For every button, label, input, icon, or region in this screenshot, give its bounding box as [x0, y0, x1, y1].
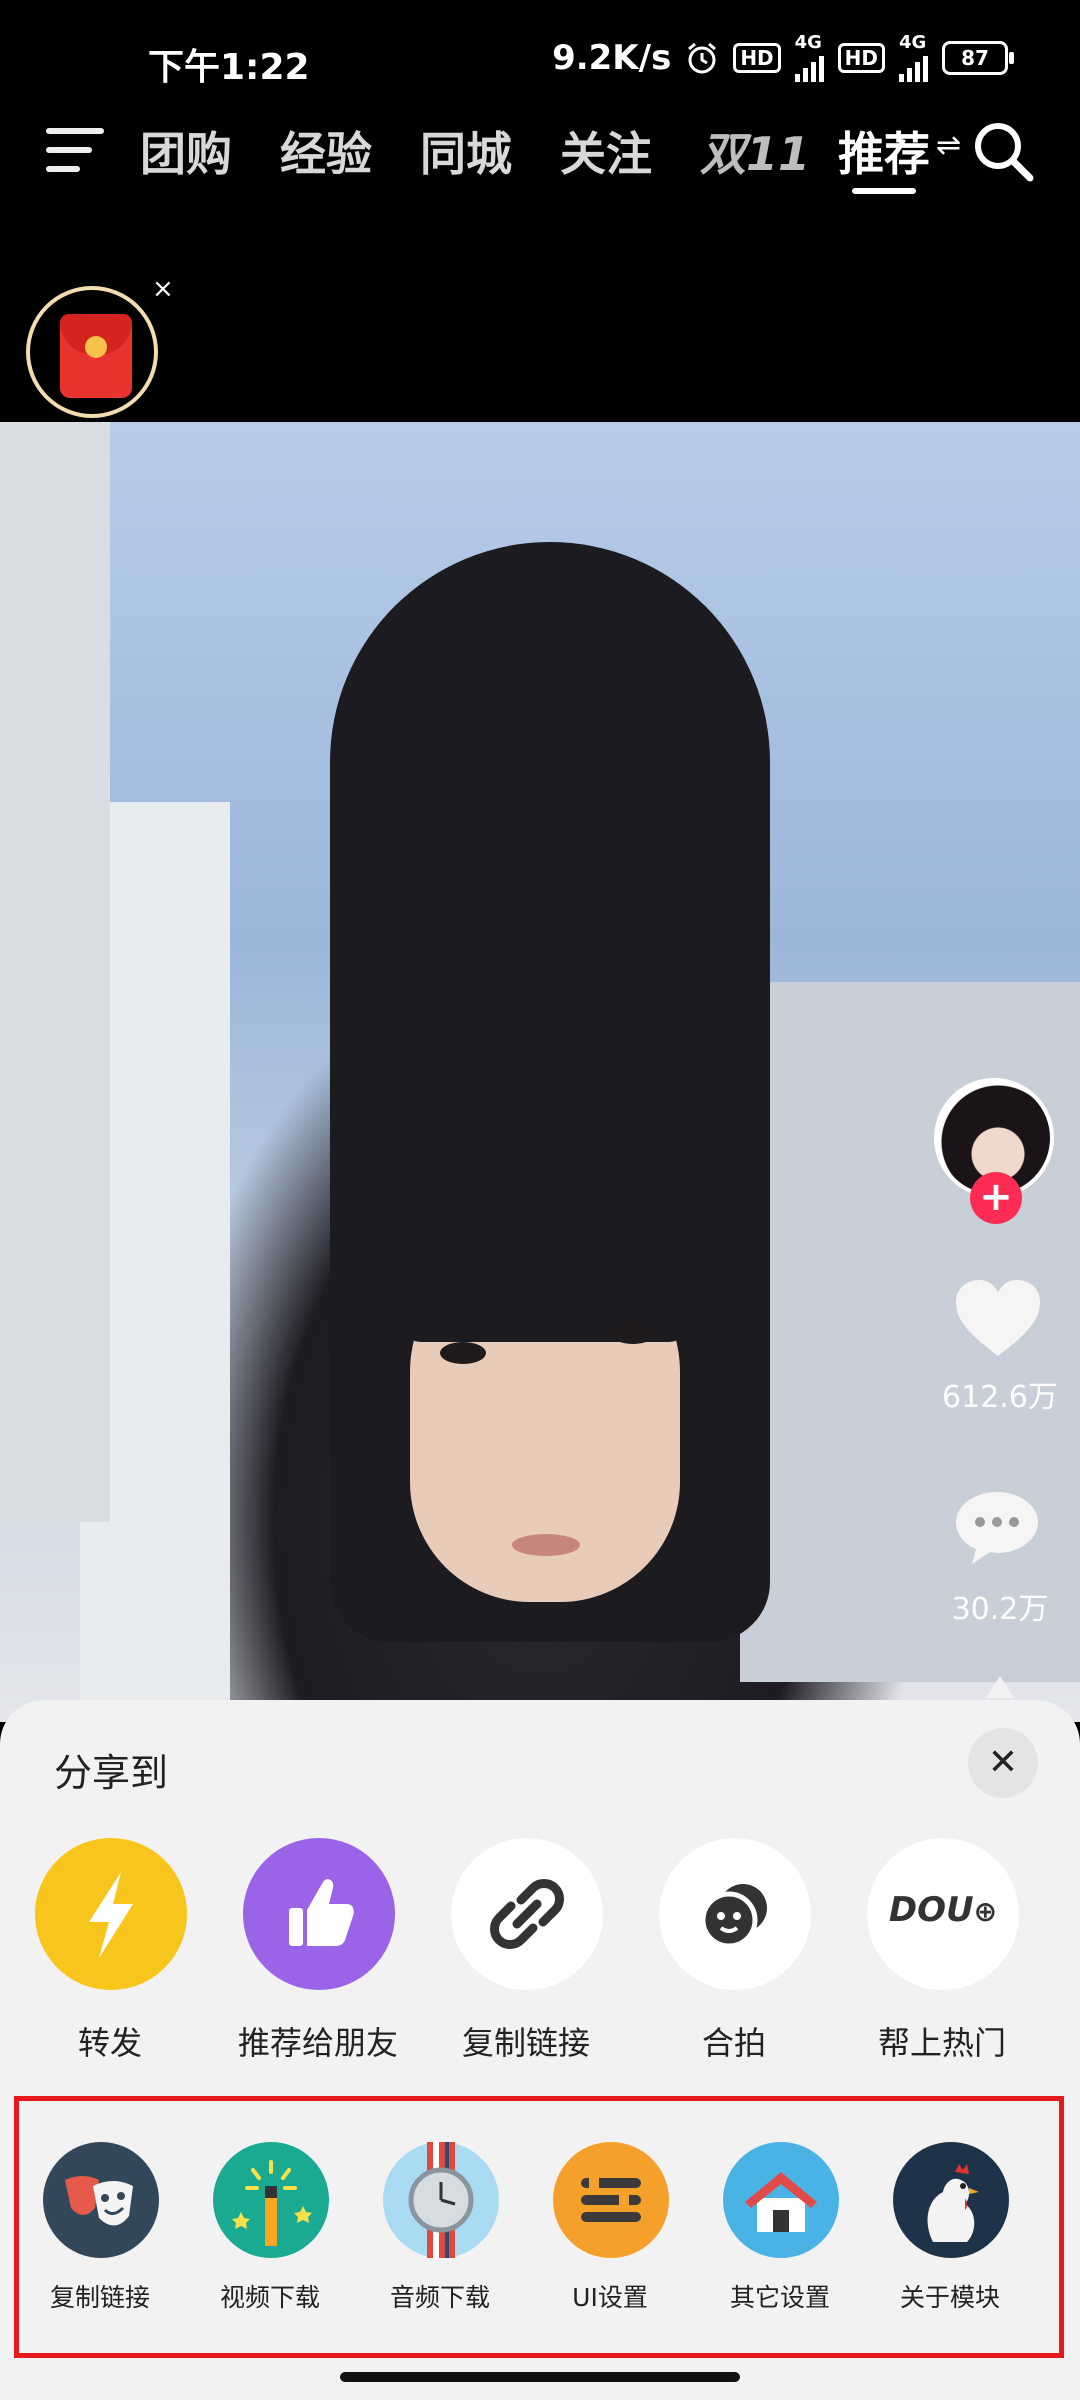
share-circle: DOU⊕	[867, 1838, 1019, 1990]
module-circle	[383, 2142, 499, 2258]
settings-bars-icon	[581, 2178, 641, 2222]
share-circle	[243, 1838, 395, 1990]
person-eye	[610, 1322, 656, 1344]
battery-level: 87	[961, 46, 989, 70]
share-item-label: 复制链接	[461, 2024, 590, 2062]
comment-icon[interactable]	[952, 1488, 1042, 1566]
module-circle	[213, 2142, 329, 2258]
module-item-label: 关于模块	[899, 2283, 1000, 2312]
video-player[interactable]	[0, 422, 1080, 1722]
tab-experience[interactable]: 经验	[280, 118, 372, 184]
heart-icon[interactable]	[952, 1276, 1044, 1360]
share-item-label: 合拍	[701, 2024, 766, 2062]
module-other-settings-button[interactable]: 其它设置	[710, 2142, 850, 2322]
share-repost-button[interactable]: 转发	[30, 1838, 190, 2068]
status-indicators: 9.2K/s HD 4G HD 4G 87	[552, 32, 1014, 82]
tab-group-buy[interactable]: 团购	[140, 118, 232, 184]
close-icon: ✕	[987, 1742, 1019, 1783]
module-video-download-button[interactable]: 视频下载	[200, 2142, 340, 2322]
module-audio-download-button[interactable]: 音频下载	[370, 2142, 510, 2322]
red-envelope-coin	[85, 336, 107, 358]
module-circle	[553, 2142, 669, 2258]
menu-icon[interactable]	[46, 128, 104, 172]
share-item-label: 推荐给朋友	[237, 2024, 398, 2062]
share-item-label: 转发	[77, 2024, 142, 2062]
red-packet-widget[interactable]	[26, 286, 158, 418]
share-duet-button[interactable]: 合拍	[654, 1838, 814, 2068]
share-copy-link-button[interactable]: 复制链接	[446, 1838, 606, 2068]
link-icon	[490, 1879, 564, 1949]
network-type-label: 4G	[794, 32, 822, 53]
duet-icon	[700, 1884, 767, 1949]
share-dou-plus-button[interactable]: DOU⊕ 帮上热门	[862, 1838, 1022, 2068]
lightning-icon	[89, 1872, 133, 1958]
rooster-icon	[927, 2164, 979, 2242]
alarm-icon	[688, 42, 717, 74]
close-button[interactable]: ✕	[968, 1728, 1038, 1798]
tab-following[interactable]: 关注	[560, 118, 652, 184]
background-sign	[0, 422, 110, 1522]
tab-switch-icon[interactable]: ⇌	[936, 128, 961, 163]
person-eye	[440, 1342, 486, 1364]
person-lips	[512, 1534, 580, 1556]
status-time: 下午1:22	[148, 47, 310, 88]
magic-wand-icon	[232, 2160, 312, 2246]
battery-icon: 87	[942, 41, 1014, 75]
active-tab-indicator	[852, 188, 916, 194]
module-circle	[43, 2142, 159, 2258]
signal-icon: 4G	[899, 34, 928, 82]
signal-icon: 4G	[794, 32, 824, 82]
module-ui-settings-button[interactable]: UI设置	[540, 2142, 680, 2322]
red-packet-close-icon[interactable]: ×	[152, 274, 174, 304]
tab-nearby[interactable]: 同城	[420, 118, 512, 184]
share-circle	[659, 1838, 811, 1990]
hd-badge: HD	[837, 43, 885, 73]
share-recommend-friend-button[interactable]: 推荐给朋友	[238, 1838, 398, 2068]
share-circle	[451, 1838, 603, 1990]
watch-icon	[408, 2142, 474, 2258]
network-type-label: 4G	[899, 32, 927, 53]
like-count: 612.6万	[942, 1380, 1058, 1415]
follow-button[interactable]: +	[970, 1172, 1022, 1224]
share-sheet-pointer	[986, 1676, 1014, 1698]
theater-masks-icon	[65, 2176, 133, 2226]
share-circle	[35, 1838, 187, 1990]
share-item-label: 帮上热门	[877, 2024, 1006, 2062]
tab-recommend[interactable]: 推荐	[838, 118, 930, 184]
hd-badge: HD	[733, 43, 781, 73]
comment-count: 30.2万	[951, 1592, 1049, 1627]
dou-plus-icon: DOU⊕	[867, 1890, 1019, 1930]
thumbs-up-icon	[289, 1879, 354, 1946]
module-about-button[interactable]: 关于模块	[880, 2142, 1020, 2322]
home-indicator[interactable]	[340, 2372, 740, 2382]
house-icon	[745, 2172, 817, 2232]
tab-double-11[interactable]: 双11	[700, 118, 810, 184]
module-circle	[893, 2142, 1009, 2258]
share-sheet-title: 分享到	[54, 1751, 169, 1795]
module-copy-link-button[interactable]: 复制链接	[30, 2142, 170, 2322]
status-bar: 下午1:22 9.2K/s HD 4G HD 4G 87	[0, 0, 1080, 88]
search-icon[interactable]	[972, 120, 1034, 182]
module-circle	[723, 2142, 839, 2258]
network-speed: 9.2K/s	[552, 38, 672, 78]
dou-plus-text: DOU	[888, 1890, 974, 1930]
dou-plus-symbol: ⊕	[973, 1895, 998, 1928]
